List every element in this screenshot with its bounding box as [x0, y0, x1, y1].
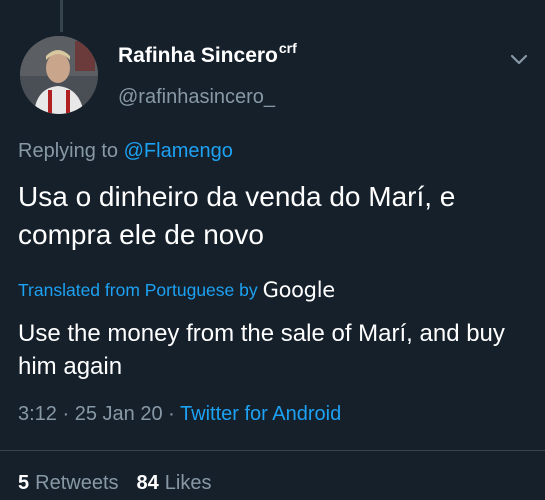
meta-separator: ·	[168, 403, 175, 425]
translated-text: Use the money from the sale of Marí, and…	[18, 320, 505, 380]
retweets-label: Retweets	[35, 472, 119, 494]
tweet-meta: 3:12 · 25 Jan 20 · Twitter for Android	[18, 403, 341, 426]
tweet-source-link[interactable]: Twitter for Android	[180, 403, 341, 425]
replying-to-mention[interactable]: @Flamengo	[124, 140, 233, 162]
likes-label: Likes	[164, 472, 212, 494]
author-name-superscript: crf	[278, 40, 297, 56]
likes-stat[interactable]: 84 Likes	[137, 472, 212, 495]
tweet-stats: 5 Retweets 84 Likes	[18, 472, 211, 495]
avatar-image	[20, 36, 98, 114]
meta-separator: ·	[62, 403, 70, 425]
thread-connector-line	[60, 0, 63, 32]
retweets-count: 5	[18, 472, 30, 494]
google-logo: Google	[262, 278, 336, 302]
divider	[0, 450, 545, 451]
tweet-menu-button[interactable]	[505, 50, 533, 70]
replying-to: Replying to @Flamengo	[18, 140, 233, 163]
author-handle[interactable]: @rafinhasincero_	[118, 86, 275, 109]
translation-label[interactable]: Translated from Portuguese by	[18, 280, 258, 301]
translation-attribution[interactable]: Translated from Portuguese by Google	[18, 278, 335, 302]
chevron-down-icon	[510, 54, 528, 65]
tweet-time: 3:12	[18, 403, 57, 425]
replying-to-prefix: Replying to	[18, 140, 119, 162]
tweet-date: 25 Jan 20	[74, 403, 163, 425]
tweet-text: Usa o dinheiro da venda do Marí, e compr…	[18, 181, 456, 250]
likes-count: 84	[136, 472, 159, 494]
retweets-stat[interactable]: 5 Retweets	[18, 472, 119, 495]
author-name-row[interactable]: Rafinha Sincero crf	[118, 40, 297, 68]
author-display-name[interactable]: Rafinha Sincero	[118, 44, 278, 68]
avatar[interactable]	[20, 36, 98, 114]
